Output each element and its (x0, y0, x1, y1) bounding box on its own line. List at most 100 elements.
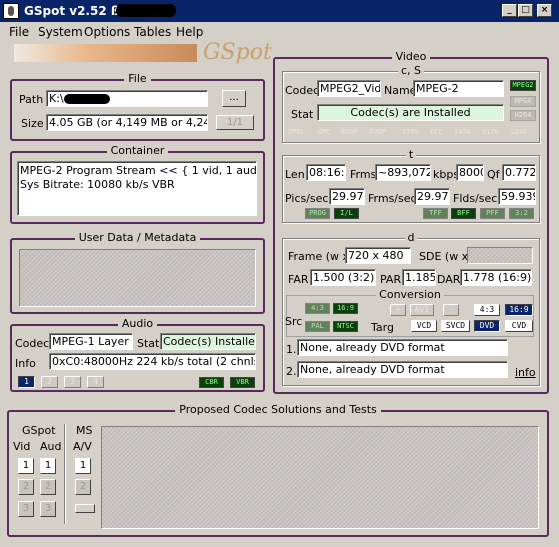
userdata-box[interactable] (19, 249, 256, 307)
column-divider (64, 424, 66, 524)
video-codec-field: MPEG2_Vid (317, 80, 381, 97)
gspot-aud-2-button[interactable]: 2 (40, 479, 56, 495)
avi-button[interactable]: AVI (410, 304, 434, 316)
codec-subgroup-title: c, S (397, 64, 425, 77)
frms-per-sec-field: 29.970 (414, 188, 450, 205)
audio-info-field: 0xC0:48000Hz 224 kb/s total (2 chnls) (49, 353, 256, 370)
frame-field: 720 x 480 (345, 247, 411, 264)
banner-gradient (14, 44, 197, 62)
flds-per-sec-label: Flds/sec (453, 192, 498, 205)
flag-i709: I709 (402, 128, 419, 136)
target-vcd-button[interactable]: VCD (411, 320, 437, 332)
container-info-box[interactable]: MPEG-2 Program Stream << { 1 vid, 1 aud,… (17, 161, 257, 216)
audio-stream-1-button[interactable]: 1 (18, 376, 35, 388)
file-group-title: File (124, 72, 151, 85)
frms-field: ~893,072 (375, 164, 431, 181)
conversion-line-1: None, already DVD format (297, 339, 508, 356)
conversion-line-2-number: 2. (286, 365, 297, 378)
app-icon[interactable] (3, 3, 19, 19)
redacted-filename (116, 4, 176, 17)
vid-label: Vid (13, 440, 31, 453)
minimize-button[interactable]: _ (502, 4, 517, 17)
userdata-group-title: User Data / Metadata (74, 231, 201, 244)
bff-indicator: BFF (451, 208, 476, 219)
audio-codec-field: MPEG-1 Layer 2 (49, 333, 133, 350)
flag-fcc: FCC (430, 128, 443, 136)
src-16-9-indicator: 16:9 (333, 303, 358, 314)
target-16-9-button[interactable]: 16:9 (505, 304, 533, 316)
av-label: A/V (73, 440, 92, 453)
file-group: File (10, 72, 265, 141)
container-line-2: Sys Bitrate: 10080 kb/s VBR (20, 178, 175, 191)
tff-indicator: TFF (423, 208, 448, 219)
video-name-field: MPEG-2 (413, 80, 504, 97)
ms-av-1-button[interactable]: 1 (75, 458, 91, 474)
video-stat-label: Stat (291, 108, 314, 121)
gspot-aud-1-button[interactable]: 1 (40, 458, 56, 474)
flag-bvop: BVOP (341, 128, 358, 136)
video-codec-label: Codec (285, 84, 320, 97)
frms-per-sec-label: Frms/sec (368, 192, 417, 205)
src-label: Src (285, 315, 303, 328)
title-bar[interactable]: GSpot v2.52 ß01: _ □ × (0, 0, 559, 22)
target-svcd-button[interactable]: SVCD (441, 320, 470, 332)
video-stat-field: Codec(s) are Installed (317, 104, 504, 121)
audio-stream-3-button[interactable]: 3 (64, 376, 81, 388)
target-cvd-button[interactable]: CVD (505, 320, 533, 332)
target-4-3-button[interactable]: 4:3 (474, 304, 500, 316)
aspect-minus-button[interactable]: - (443, 304, 459, 316)
flag-s240: S240 (510, 128, 527, 136)
pics-per-sec-field: 29.970 (329, 188, 365, 205)
menu-system[interactable]: System (38, 25, 83, 39)
close-button[interactable]: × (537, 4, 552, 17)
gspot-vid-1-button[interactable]: 1 (18, 458, 34, 474)
len-field: 08:16:3 (306, 164, 346, 181)
audio-stream-4-button[interactable]: 4 (87, 376, 104, 388)
far-field: 1.500 (3:2) (310, 269, 376, 286)
gspot-window: GSpot v2.52 ß01: _ □ × File System Optio… (0, 0, 559, 547)
audio-cbr-indicator: CBR (199, 377, 224, 388)
timing-subgroup-title: t (405, 148, 417, 161)
flag-opel: OPEL (288, 128, 305, 136)
aud-label: Aud (40, 440, 62, 453)
frms-label: Frms (350, 168, 377, 181)
conversion-line-2: None, already DVD format (297, 361, 508, 378)
menu-help[interactable]: Help (176, 25, 203, 39)
flag-i470: I470 (454, 128, 471, 136)
gspot-vid-3-button[interactable]: 3 (18, 501, 34, 517)
gspot-column-label: GSpot (22, 424, 56, 437)
redacted-path (64, 94, 110, 104)
menu-bar: File System Options Tables Help (0, 22, 559, 42)
browse-button[interactable]: ... (222, 90, 246, 107)
proposed-solutions-box[interactable] (101, 426, 539, 529)
conversion-info-link[interactable]: info (515, 366, 536, 379)
dar-field: 1.778 (16:9) (460, 269, 532, 286)
target-dvd-button[interactable]: DVD (474, 320, 500, 332)
interlaced-indicator: I/L (334, 208, 359, 219)
src-4-3-indicator: 4:3 (305, 303, 330, 314)
container-group-title: Container (106, 144, 169, 157)
size-label: Size (21, 117, 44, 130)
menu-options[interactable]: Options (84, 25, 130, 39)
par-field: 1.185 (402, 269, 436, 286)
menu-file[interactable]: File (9, 25, 29, 39)
menu-tables[interactable]: Tables (134, 25, 171, 39)
gspot-vid-2-button[interactable]: 2 (18, 479, 34, 495)
gspot-aud-3-button[interactable]: 3 (40, 501, 56, 517)
src-pal-indicator: PAL (305, 321, 330, 332)
conversion-title: Conversion (376, 288, 444, 301)
aspect-plus-button[interactable]: + (390, 304, 406, 316)
audio-stream-2-button[interactable]: 2 (41, 376, 58, 388)
flag-gmc: GMC (318, 128, 331, 136)
targ-label: Targ (371, 321, 394, 334)
pics-per-sec-label: Pics/sec (285, 192, 329, 205)
qf-field: 0.772 (502, 164, 536, 181)
proposed-solutions-title: Proposed Codec Solutions and Tests (175, 403, 381, 416)
audio-info-label: Info (15, 357, 36, 370)
ms-av-2-button[interactable]: 2 (75, 479, 91, 495)
len-label: Len (285, 168, 305, 181)
audio-stat-field: Codec(s) Installed (160, 333, 256, 350)
part-button[interactable]: 1/1 (216, 115, 254, 130)
ms-av-extra-button[interactable] (75, 504, 95, 513)
maximize-button[interactable]: □ (518, 4, 533, 17)
